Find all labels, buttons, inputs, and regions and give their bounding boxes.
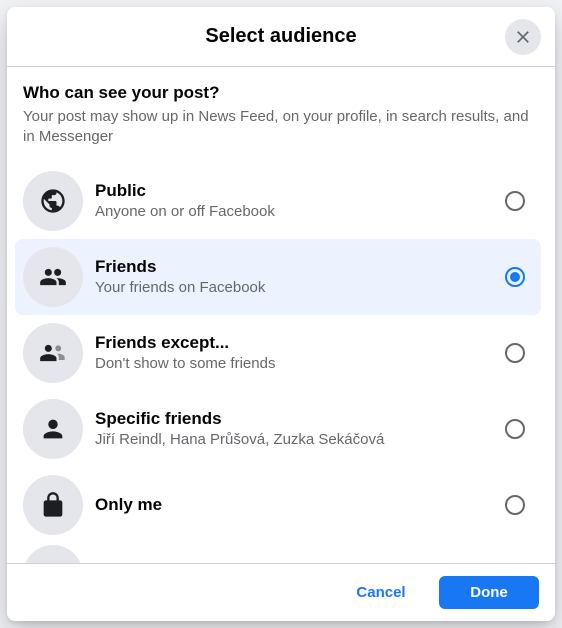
dialog-footer: Cancel Done bbox=[7, 563, 555, 621]
globe-icon bbox=[23, 171, 83, 231]
intro-description: Your post may show up in News Feed, on y… bbox=[23, 107, 533, 147]
gear-icon bbox=[23, 545, 83, 563]
done-button[interactable]: Done bbox=[439, 576, 539, 609]
dialog-title: Select audience bbox=[205, 25, 356, 48]
option-friends[interactable]: Friends Your friends on Facebook bbox=[15, 239, 541, 315]
option-title: Friends except... bbox=[95, 333, 505, 353]
option-text: Only me bbox=[95, 495, 505, 515]
radio-button[interactable] bbox=[505, 419, 525, 439]
friends-except-icon bbox=[23, 323, 83, 383]
option-description: Your friends on Facebook bbox=[95, 279, 505, 296]
lock-icon bbox=[23, 475, 83, 535]
option-specific-friends[interactable]: Specific friends Jiří Reindl, Hana Průšo… bbox=[15, 391, 541, 467]
close-icon bbox=[513, 27, 533, 47]
option-custom[interactable]: Custom bbox=[15, 543, 541, 563]
audience-dialog: Select audience Who can see your post? Y… bbox=[7, 7, 555, 621]
option-text: Friends Your friends on Facebook bbox=[95, 257, 505, 296]
radio-button[interactable] bbox=[505, 495, 525, 515]
option-text: Public Anyone on or off Facebook bbox=[95, 181, 505, 220]
radio-button[interactable] bbox=[505, 267, 525, 287]
person-icon bbox=[23, 399, 83, 459]
scroll-area[interactable]: Who can see your post? Your post may sho… bbox=[7, 67, 555, 563]
option-title: Specific friends bbox=[95, 409, 505, 429]
option-description: Anyone on or off Facebook bbox=[95, 203, 505, 220]
cancel-button[interactable]: Cancel bbox=[331, 576, 431, 609]
option-description: Jiří Reindl, Hana Průšová, Zuzka Sekáčov… bbox=[95, 431, 505, 448]
option-title: Public bbox=[95, 181, 505, 201]
option-only-me[interactable]: Only me bbox=[15, 467, 541, 543]
friends-icon bbox=[23, 247, 83, 307]
dialog-header: Select audience bbox=[7, 7, 555, 67]
option-text: Friends except... Don't show to some fri… bbox=[95, 333, 505, 372]
option-title: Friends bbox=[95, 257, 505, 277]
options-list: Public Anyone on or off Facebook Friends… bbox=[7, 155, 549, 563]
option-public[interactable]: Public Anyone on or off Facebook bbox=[15, 163, 541, 239]
radio-button[interactable] bbox=[505, 191, 525, 211]
option-description: Don't show to some friends bbox=[95, 355, 505, 372]
option-friends-except[interactable]: Friends except... Don't show to some fri… bbox=[15, 315, 541, 391]
intro-title: Who can see your post? bbox=[23, 83, 533, 103]
option-title: Only me bbox=[95, 495, 505, 515]
option-text: Specific friends Jiří Reindl, Hana Průšo… bbox=[95, 409, 505, 448]
close-button[interactable] bbox=[505, 19, 541, 55]
intro-section: Who can see your post? Your post may sho… bbox=[7, 67, 549, 155]
radio-button[interactable] bbox=[505, 343, 525, 363]
